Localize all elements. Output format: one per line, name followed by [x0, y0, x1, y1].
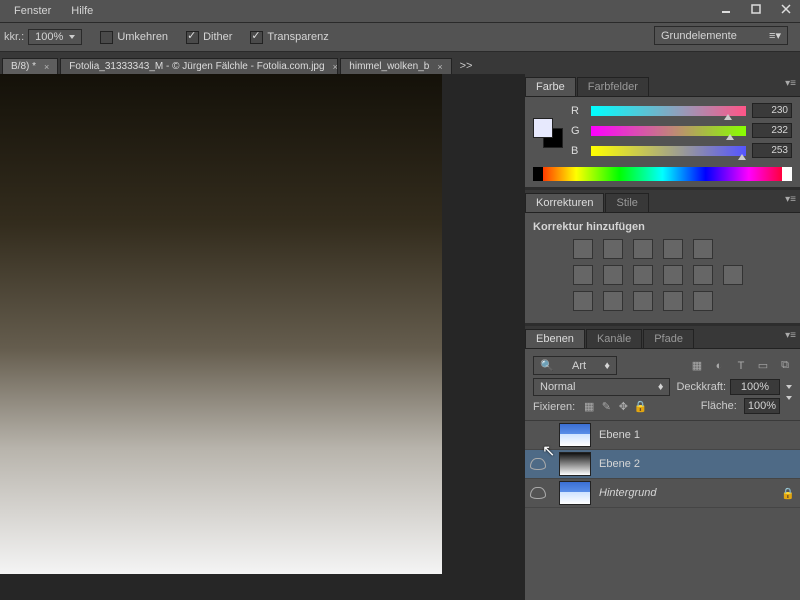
r-slider[interactable]: [591, 106, 746, 116]
tab-swatches[interactable]: Farbfelder: [577, 77, 649, 96]
workspace-selector[interactable]: Grundelemente≡▾: [654, 26, 788, 45]
hue-sat-icon[interactable]: [573, 265, 593, 285]
photo-filter-icon[interactable]: [663, 265, 683, 285]
g-value[interactable]: 232: [752, 123, 792, 138]
add-adjustment-title: Korrektur hinzufügen: [533, 221, 792, 233]
blend-mode-dropdown[interactable]: Normal♦: [533, 378, 670, 396]
vibrance-icon[interactable]: [693, 239, 713, 259]
visibility-toggle[interactable]: [530, 487, 546, 499]
layer-name[interactable]: Ebene 2: [599, 458, 800, 470]
reverse-checkbox[interactable]: [100, 31, 113, 44]
lock-pixels-icon[interactable]: ▦: [582, 399, 596, 413]
transparency-checkbox[interactable]: [250, 31, 263, 44]
b-slider[interactable]: [591, 146, 746, 156]
doc-tab-2[interactable]: Fotolia_31333343_M - © Jürgen Fälchle - …: [60, 58, 338, 74]
color-swatches[interactable]: [533, 118, 563, 148]
dither-label: Dither: [203, 31, 232, 43]
b-value[interactable]: 253: [752, 143, 792, 158]
lock-icon: 🔒: [776, 487, 800, 500]
layer-fill[interactable]: 100%: [744, 398, 780, 414]
tab-channels[interactable]: Kanäle: [586, 329, 642, 348]
layer-thumbnail[interactable]: [559, 452, 591, 476]
fill-label: Fläche:: [701, 400, 737, 412]
tab-adjustments[interactable]: Korrekturen: [525, 193, 604, 212]
lock-label: Fixieren:: [533, 401, 575, 413]
layer-thumbnail[interactable]: [559, 481, 591, 505]
dither-checkbox[interactable]: [186, 31, 199, 44]
tab-layers[interactable]: Ebenen: [525, 329, 585, 348]
opacity-label: kkr.:: [4, 31, 24, 43]
window-minimize[interactable]: [712, 0, 740, 18]
doc-tab-1[interactable]: B/8) *×: [2, 58, 58, 74]
posterize-icon[interactable]: [603, 291, 623, 311]
foreground-color-swatch[interactable]: [533, 118, 553, 138]
color-balance-icon[interactable]: [603, 265, 623, 285]
r-value[interactable]: 230: [752, 103, 792, 118]
reverse-label: Umkehren: [117, 31, 168, 43]
layer-opacity[interactable]: 100%: [730, 379, 780, 395]
menu-help[interactable]: Hilfe: [61, 3, 103, 19]
lock-all-icon[interactable]: 🔒: [633, 399, 647, 413]
levels-icon[interactable]: [603, 239, 623, 259]
transparency-label: Transparenz: [267, 31, 328, 43]
layer-row[interactable]: Ebene 2: [525, 450, 800, 479]
curves-icon[interactable]: [633, 239, 653, 259]
opacity-label: Deckkraft:: [676, 381, 726, 393]
g-slider[interactable]: [591, 126, 746, 136]
filter-adjust-icon[interactable]: ◐: [712, 359, 726, 373]
filter-type-icon[interactable]: T: [734, 359, 748, 373]
document-canvas[interactable]: [0, 74, 442, 574]
color-spectrum[interactable]: [533, 167, 792, 181]
window-maximize[interactable]: [742, 0, 770, 18]
tab-overflow[interactable]: >>: [454, 58, 479, 74]
color-lookup-icon[interactable]: [723, 265, 743, 285]
menu-window[interactable]: Fenster: [4, 3, 61, 19]
g-label: G: [571, 125, 585, 137]
layer-name[interactable]: Ebene 1: [599, 429, 800, 441]
visibility-toggle[interactable]: [530, 458, 546, 470]
b-label: B: [571, 145, 585, 157]
tab-styles[interactable]: Stile: [605, 193, 648, 212]
opacity-value[interactable]: 100%: [28, 29, 82, 45]
exposure-icon[interactable]: [663, 239, 683, 259]
r-label: R: [571, 105, 585, 117]
brightness-contrast-icon[interactable]: [573, 239, 593, 259]
panel-menu-icon[interactable]: ▾≡: [785, 78, 796, 89]
filter-smart-icon[interactable]: ⧉: [778, 359, 792, 373]
invert-icon[interactable]: [573, 291, 593, 311]
black-white-icon[interactable]: [633, 265, 653, 285]
lock-paint-icon[interactable]: ✎: [599, 399, 613, 413]
close-icon[interactable]: ×: [44, 62, 49, 72]
selective-color-icon[interactable]: [693, 291, 713, 311]
threshold-icon[interactable]: [633, 291, 653, 311]
channel-mixer-icon[interactable]: [693, 265, 713, 285]
panel-menu-icon[interactable]: ▾≡: [785, 330, 796, 341]
tab-color[interactable]: Farbe: [525, 77, 576, 96]
layer-row[interactable]: Ebene 1: [525, 421, 800, 450]
close-icon[interactable]: ×: [437, 62, 442, 72]
filter-shape-icon[interactable]: ▭: [756, 359, 770, 373]
layer-thumbnail[interactable]: [559, 423, 591, 447]
panel-menu-icon[interactable]: ▾≡: [785, 194, 796, 205]
layer-row[interactable]: Hintergrund 🔒: [525, 479, 800, 508]
doc-tab-3[interactable]: himmel_wolken_b×: [340, 58, 451, 74]
filter-pixel-icon[interactable]: ▦: [690, 359, 704, 373]
gradient-map-icon[interactable]: [663, 291, 683, 311]
close-icon[interactable]: ×: [333, 62, 338, 72]
window-close[interactable]: [772, 0, 800, 18]
tab-paths[interactable]: Pfade: [643, 329, 694, 348]
lock-move-icon[interactable]: ✥: [616, 399, 630, 413]
layer-filter[interactable]: 🔍 Art ♦: [533, 356, 617, 375]
layer-name[interactable]: Hintergrund: [599, 487, 776, 499]
